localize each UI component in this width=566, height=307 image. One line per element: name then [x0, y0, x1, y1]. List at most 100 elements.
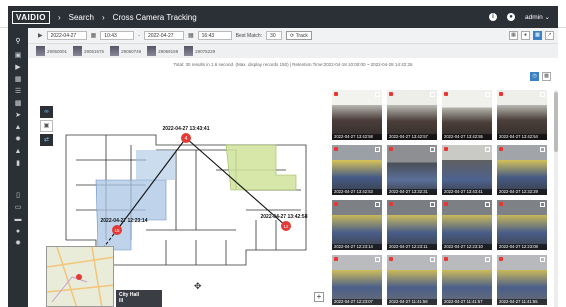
checkbox[interactable]: [485, 147, 490, 152]
checkbox[interactable]: [375, 92, 380, 97]
checkbox[interactable]: [430, 147, 435, 152]
user-menu[interactable]: admin ⌄: [525, 13, 550, 21]
location-sub: lll: [119, 298, 124, 304]
result-tile[interactable]: 2022-04-27 12:23:08: [497, 200, 547, 250]
user-icon[interactable]: ●: [14, 228, 22, 236]
result-tile[interactable]: 2022-04-27 13:42:58: [332, 90, 382, 140]
checkbox[interactable]: [485, 202, 490, 207]
camera-icon[interactable]: ▣: [14, 52, 22, 60]
map-pin-icon[interactable]: ●: [521, 31, 530, 40]
image-icon[interactable]: ▦: [14, 76, 22, 84]
checkbox[interactable]: [430, 92, 435, 97]
monitor-icon[interactable]: ▭: [14, 204, 22, 212]
checkbox[interactable]: [485, 92, 490, 97]
calendar-icon[interactable]: ▦: [188, 32, 194, 39]
checkbox[interactable]: [430, 202, 435, 207]
tile-timestamp: 2022-04-27 13:42:55: [442, 134, 492, 140]
video-icon[interactable]: ▶: [14, 64, 22, 72]
target-chip[interactable]: 29069159: [147, 46, 178, 56]
link-icon[interactable]: ∞: [40, 106, 53, 118]
gear-icon[interactable]: ✹: [14, 136, 22, 144]
results-info: Total: 30 results in 1.6 second. (Max. d…: [173, 62, 413, 67]
checkbox[interactable]: [540, 147, 545, 152]
report-icon[interactable]: ▮: [14, 160, 22, 168]
clock-icon[interactable]: ◷: [530, 72, 539, 81]
result-tile[interactable]: 2022-04-27 12:23:11: [387, 200, 437, 250]
chevron-right-icon: ›: [102, 12, 105, 22]
start-date-input[interactable]: 2022-04-27: [46, 31, 87, 40]
map-tools: ∞ ▣ ⇄: [40, 106, 53, 146]
checkbox[interactable]: [485, 257, 490, 262]
best-match-input[interactable]: 30: [266, 31, 283, 40]
checkbox[interactable]: [375, 202, 380, 207]
page-title: Cross Camera Tracking: [112, 12, 197, 22]
checkbox[interactable]: [430, 257, 435, 262]
export-icon[interactable]: ↗: [545, 31, 554, 40]
checkbox[interactable]: [375, 257, 380, 262]
info-icon[interactable]: i: [489, 13, 498, 21]
checkbox[interactable]: [540, 92, 545, 97]
target-chip[interactable]: 29050749: [110, 46, 141, 56]
marker-id: 12: [283, 224, 289, 229]
move-icon[interactable]: ✥: [194, 281, 202, 292]
zone-blue: [136, 150, 176, 180]
sidebar: ⚲ ▣ ▶ ▦ ☰ ▩ ➤ ▲ ✹ ▲ ▮ ▯ ▭ ▬ ● ✹: [8, 28, 28, 307]
marker-label: 2022-04-27 13:43:41: [163, 126, 210, 132]
zoom-in-button[interactable]: +: [314, 292, 324, 302]
checkbox[interactable]: [375, 147, 380, 152]
layer-icon[interactable]: ▣: [40, 120, 53, 132]
result-tile[interactable]: 2022-04-27 11:41:57: [442, 255, 492, 305]
filter-icon[interactable]: ⇄: [40, 134, 53, 146]
file-icon[interactable]: ▯: [14, 192, 22, 200]
target-chip[interactable]: 29075229: [184, 46, 215, 56]
globe-icon[interactable]: ●: [507, 13, 516, 21]
result-tile[interactable]: 2022-04-27 13:42:53: [332, 145, 382, 195]
target-chip[interactable]: 29050001: [36, 46, 67, 56]
card-icon[interactable]: ▬: [14, 216, 22, 224]
end-time-input[interactable]: 16:43: [197, 31, 232, 40]
image-view-icon[interactable]: ▦: [509, 31, 518, 40]
result-tile[interactable]: 2022-04-27 11:41:55: [497, 255, 547, 305]
result-tile[interactable]: 2022-04-27 13:42:54: [497, 90, 547, 140]
chevron-down-icon: ⌄: [544, 14, 550, 21]
marker-12[interactable]: 12 2022-04-27 13:42:58: [261, 214, 308, 231]
result-tile[interactable]: 2022-04-27 12:23:07: [332, 255, 382, 305]
marker-4[interactable]: 4 2022-04-27 13:43:41: [163, 126, 210, 143]
settings-icon[interactable]: ✹: [14, 240, 22, 248]
result-tile[interactable]: 2022-04-27 13:42:57: [387, 90, 437, 140]
tile-timestamp: 2022-04-27 12:23:14: [332, 244, 382, 250]
alert-icon[interactable]: ▲: [14, 124, 22, 132]
result-tile[interactable]: 2022-04-27 13:43:41: [442, 145, 492, 195]
result-tile[interactable]: 2022-04-27 11:41:58: [387, 255, 437, 305]
grid-view-icon[interactable]: ▩: [533, 31, 542, 40]
target-chip[interactable]: 29051676: [73, 46, 104, 56]
result-tile[interactable]: 2022-04-27 12:32:29: [497, 145, 547, 195]
result-tile[interactable]: 2022-04-27 12:23:14: [332, 200, 382, 250]
breadcrumb-search[interactable]: Search: [69, 13, 94, 22]
bell-icon[interactable]: ▲: [14, 148, 22, 156]
start-time-input[interactable]: 10:43: [100, 31, 135, 40]
search-icon[interactable]: ⚲: [14, 38, 22, 46]
app-logo[interactable]: VAIDIO: [12, 10, 50, 24]
tile-timestamp: 2022-04-27 11:41:55: [497, 299, 547, 305]
chevron-right-icon: ›: [57, 12, 61, 22]
run-icon[interactable]: ➤: [14, 112, 22, 120]
result-tile[interactable]: 2022-04-27 13:32:31: [387, 145, 437, 195]
result-tile[interactable]: 2022-04-27 12:23:10: [442, 200, 492, 250]
minimap[interactable]: [46, 246, 114, 307]
gallery-scroll-thumb[interactable]: [554, 92, 558, 152]
ruler-icon[interactable]: ☰: [14, 88, 22, 96]
checkbox[interactable]: [540, 257, 545, 262]
result-tile[interactable]: 2022-04-27 13:42:55: [442, 90, 492, 140]
range-separator: -: [138, 32, 140, 39]
chip-label: 29051676: [84, 48, 105, 54]
end-date-input[interactable]: 2022-04-27: [143, 31, 184, 40]
flag-icon: [389, 257, 393, 261]
video-icon[interactable]: ▶: [38, 32, 43, 39]
flag-icon: [389, 147, 393, 151]
calendar-icon[interactable]: ▦: [91, 32, 97, 39]
track-button[interactable]: ⟳ Track: [286, 31, 312, 40]
grid-icon[interactable]: ▩: [542, 72, 551, 81]
checkbox[interactable]: [540, 202, 545, 207]
chart-icon[interactable]: ▩: [14, 100, 22, 108]
